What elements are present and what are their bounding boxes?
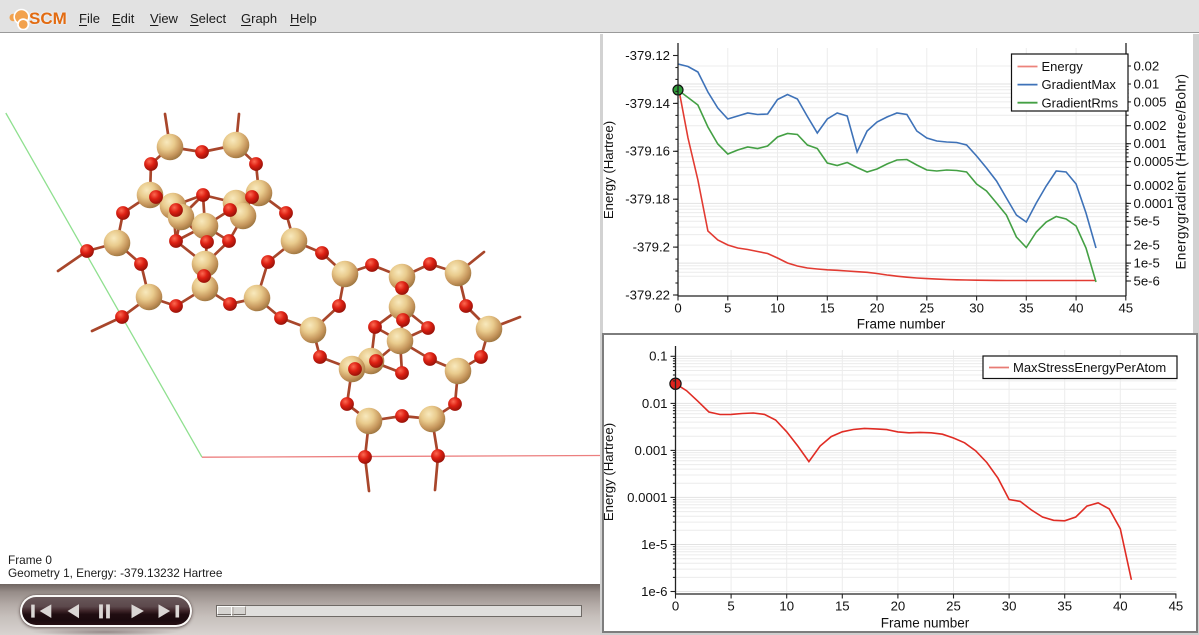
svg-text:2e-5: 2e-5 <box>1134 238 1160 253</box>
svg-text:Energy (Hartree): Energy (Hartree) <box>603 121 616 219</box>
svg-text:-379.2: -379.2 <box>633 240 670 255</box>
svg-text:25: 25 <box>919 301 934 316</box>
svg-text:-379.22: -379.22 <box>625 287 670 302</box>
svg-text:GradientMax: GradientMax <box>1042 77 1117 92</box>
svg-text:0.001: 0.001 <box>634 443 667 458</box>
svg-text:-379.12: -379.12 <box>625 48 670 63</box>
svg-text:45: 45 <box>1169 599 1184 614</box>
svg-text:-379.14: -379.14 <box>625 96 670 111</box>
svg-text:15: 15 <box>835 599 850 614</box>
svg-text:30: 30 <box>1002 599 1017 614</box>
svg-text:30: 30 <box>969 301 984 316</box>
svg-text:Energy: Energy <box>1042 59 1084 74</box>
svg-text:25: 25 <box>946 599 961 614</box>
svg-text:45: 45 <box>1118 301 1133 316</box>
svg-text:0.005: 0.005 <box>1134 94 1167 109</box>
svg-text:0.0001: 0.0001 <box>627 490 667 505</box>
svg-text:35: 35 <box>1057 599 1072 614</box>
svg-text:35: 35 <box>1019 301 1034 316</box>
svg-text:0: 0 <box>672 599 679 614</box>
svg-text:1e-6: 1e-6 <box>641 584 667 599</box>
svg-text:10: 10 <box>770 301 785 316</box>
svg-text:5: 5 <box>727 599 734 614</box>
svg-text:MaxStressEnergyPerAtom: MaxStressEnergyPerAtom <box>1013 360 1166 375</box>
svg-text:0.001: 0.001 <box>1134 136 1167 151</box>
svg-text:0.0002: 0.0002 <box>1134 178 1174 193</box>
svg-text:5e-6: 5e-6 <box>1134 273 1160 288</box>
svg-text:0.01: 0.01 <box>1134 76 1160 91</box>
svg-text:1e-5: 1e-5 <box>641 537 667 552</box>
svg-text:0.02: 0.02 <box>1134 58 1160 73</box>
svg-text:Frame number: Frame number <box>881 616 970 631</box>
svg-text:-379.18: -379.18 <box>625 192 670 207</box>
svg-text:20: 20 <box>870 301 885 316</box>
svg-text:Frame number: Frame number <box>857 317 946 332</box>
svg-text:0.0001: 0.0001 <box>1134 196 1174 211</box>
svg-text:20: 20 <box>891 599 906 614</box>
svg-text:-379.16: -379.16 <box>625 144 670 159</box>
svg-text:15: 15 <box>820 301 835 316</box>
svg-text:0: 0 <box>674 301 681 316</box>
svg-text:10: 10 <box>779 599 794 614</box>
svg-text:0.01: 0.01 <box>642 396 668 411</box>
svg-text:GradientRms: GradientRms <box>1042 95 1119 110</box>
svg-text:40: 40 <box>1113 599 1128 614</box>
svg-text:Energygradient (Hartree/Bohr): Energygradient (Hartree/Bohr) <box>1174 73 1189 269</box>
svg-text:5: 5 <box>724 301 731 316</box>
svg-text:Energy (Hartree): Energy (Hartree) <box>604 423 616 521</box>
svg-text:0.1: 0.1 <box>649 349 667 364</box>
svg-text:5e-5: 5e-5 <box>1134 214 1160 229</box>
svg-text:1e-5: 1e-5 <box>1134 256 1160 271</box>
svg-text:40: 40 <box>1069 301 1084 316</box>
svg-text:0.0005: 0.0005 <box>1134 154 1174 169</box>
svg-text:0.002: 0.002 <box>1134 118 1167 133</box>
